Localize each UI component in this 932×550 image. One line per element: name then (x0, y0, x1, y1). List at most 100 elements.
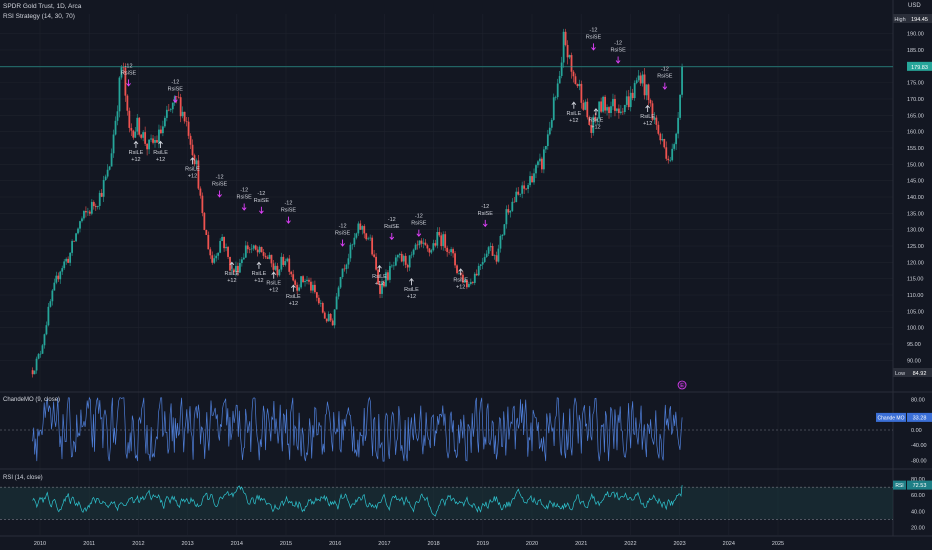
candle-body (112, 134, 115, 154)
chande-badge-label: Chande MO (878, 415, 905, 421)
candle-body (67, 258, 70, 263)
candle-body (268, 254, 271, 259)
candle-body (655, 117, 658, 125)
price-axis-tick: 140.00 (907, 195, 924, 201)
candle-body (675, 133, 678, 145)
candle-body (221, 236, 224, 241)
candle-body (452, 249, 454, 254)
candle-body (262, 252, 265, 256)
price-axis-tick: 120.00 (907, 260, 924, 266)
candle-body (55, 275, 58, 283)
candle-body (310, 281, 312, 291)
candle-body (610, 106, 612, 114)
candle-body (134, 131, 137, 138)
candle-body (116, 111, 119, 121)
candle-body (77, 228, 79, 234)
candle-body (408, 255, 411, 268)
candle-body (238, 263, 241, 273)
time-axis-tick: 2013 (181, 541, 193, 547)
chande-pane-label[interactable]: ChandeMO (9, close) (3, 397, 60, 403)
candle-body (564, 31, 567, 45)
candle-body (325, 318, 328, 322)
candle-body (527, 185, 529, 189)
candle-body (160, 129, 162, 134)
candle-body (306, 279, 308, 281)
signal-label-name: RsiLE (252, 271, 267, 277)
time-axis-tick: 2018 (427, 541, 439, 547)
signal-label-name: RsiSE (168, 87, 184, 93)
candle-body (205, 229, 208, 235)
signal-label-name: RsiLE (286, 294, 301, 300)
candle-body (633, 83, 636, 99)
candle-body (614, 98, 616, 111)
candle-body (440, 235, 443, 247)
candle-body (681, 66, 683, 95)
candle-body (552, 97, 555, 120)
candle-body (219, 240, 222, 253)
candle-body (667, 158, 670, 161)
candle-body (345, 264, 348, 270)
candle-body (138, 117, 141, 135)
candle-body (256, 249, 259, 253)
candle-body (525, 188, 528, 190)
event-marker-label: E (680, 383, 684, 389)
candle-body (148, 139, 150, 150)
candle-body (189, 135, 192, 145)
candle-body (637, 75, 640, 81)
candle-body (296, 284, 299, 291)
candle-body (647, 84, 650, 101)
signal-label-size: -12 (415, 214, 423, 220)
candle-body (458, 272, 460, 274)
price-axis-tick: 155.00 (907, 146, 924, 152)
time-axis-tick: 2017 (378, 541, 390, 547)
candle-body (495, 255, 498, 262)
candle-body (426, 245, 429, 249)
candle-body (39, 353, 42, 355)
candle-body (438, 231, 441, 236)
candle-body (621, 111, 624, 113)
candle-body (118, 77, 121, 112)
candle-body (424, 242, 427, 246)
candle-body (35, 358, 38, 371)
signal-label-size: -12 (614, 40, 622, 46)
candle-body (51, 290, 54, 302)
candle-body (43, 334, 46, 346)
candle-body (187, 121, 190, 136)
candle-body (671, 148, 674, 161)
high-badge-label: High (894, 17, 905, 23)
signal-label-name: RsiLE (266, 281, 281, 287)
signal-label-size: -12 (590, 27, 598, 33)
signal-label-name: RsiSE (478, 211, 494, 217)
candle-body (132, 130, 135, 138)
price-axis-tick: 125.00 (907, 244, 924, 250)
candle-body (505, 209, 508, 225)
candle-body (467, 283, 470, 288)
candle-body (90, 202, 93, 214)
candle-body (473, 273, 476, 283)
candle-body (586, 101, 589, 118)
chart-canvas[interactable]: 90.00 95.00 100.00 105.00 110.00 115.00 120.00… (0, 0, 932, 550)
rsi-axis-tick: 40.00 (911, 509, 925, 515)
chande-axis-tick: -80.00 (911, 458, 927, 464)
candle-body (260, 246, 263, 253)
candle-body (548, 127, 551, 135)
candle-body (617, 108, 620, 114)
candle-body (669, 160, 672, 161)
signal-label-size: +12 (227, 278, 236, 284)
chande-axis-tick: 0.00 (911, 428, 922, 434)
signal-label-size: +12 (289, 301, 298, 307)
candle-body (503, 224, 506, 235)
signal-label-name: RsiLE (129, 150, 144, 156)
candle-body (211, 255, 214, 263)
rsi-pane-label[interactable]: RSI (14, close) (3, 475, 43, 481)
candle-body (643, 74, 646, 96)
signal-label-name: RsiLE (404, 287, 419, 293)
rsi-axis-tick: 20.00 (911, 526, 925, 532)
candle-body (371, 237, 374, 255)
candle-body (57, 275, 60, 280)
candle-body (570, 55, 573, 72)
candle-body (661, 139, 664, 141)
candle-body (298, 287, 301, 291)
strategy-label[interactable]: RSI Strategy (14, 30, 70) (3, 13, 75, 20)
candle-body (442, 234, 445, 247)
